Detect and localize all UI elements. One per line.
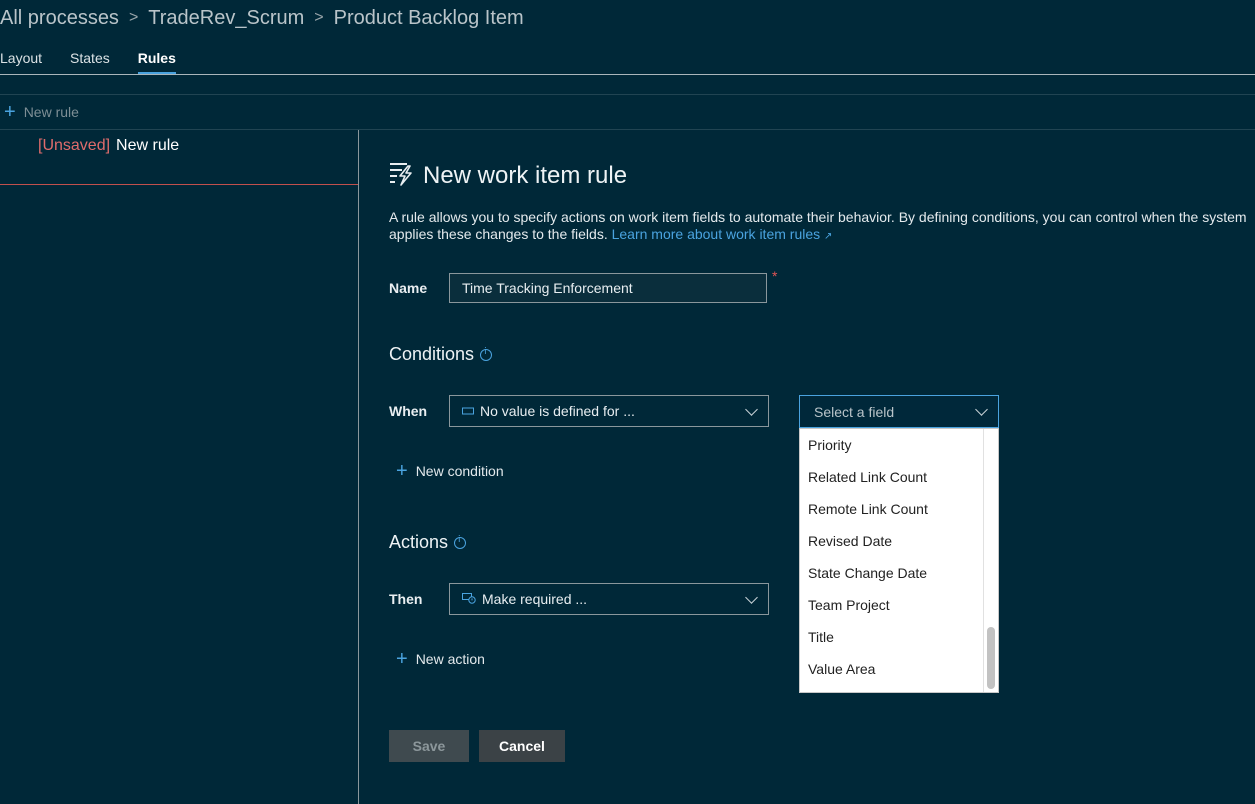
list-item[interactable]: Team Project [800, 589, 998, 621]
plus-icon: + [396, 460, 408, 482]
rule-description: A rule allows you to specify actions on … [389, 209, 1249, 245]
field-options-list: Priority Related Link Count Remote Link … [799, 428, 999, 693]
breadcrumb-work-item-type: Product Backlog Item [333, 6, 524, 29]
selected-indicator [0, 184, 358, 185]
list-item[interactable]: Remote Link Count [800, 493, 998, 525]
make-required-icon [462, 591, 476, 607]
new-rule-label: New rule [23, 104, 79, 120]
tab-rules[interactable]: Rules [137, 48, 177, 74]
list-item[interactable]: Priority [800, 429, 998, 461]
tab-layout[interactable]: Layout [0, 48, 42, 74]
page-title: New work item rule [423, 161, 628, 189]
divider [0, 94, 1255, 95]
breadcrumb-all-processes[interactable]: All processes [0, 7, 119, 30]
external-link-icon: ↗ [824, 231, 833, 242]
learn-more-link[interactable]: Learn more about work item rules ↗ [612, 226, 833, 242]
chevron-down-icon [745, 590, 758, 604]
chevron-right-icon: > [128, 9, 139, 26]
new-action-label: New action [415, 651, 485, 667]
list-item[interactable]: Revised Date [800, 525, 998, 557]
plus-icon: + [396, 648, 408, 670]
action-value: Make required ... [482, 591, 588, 607]
conditions-header: Conditions [389, 344, 493, 365]
required-marker: * [772, 268, 778, 284]
breadcrumb: All processes > TradeRev_Scrum > Product… [0, 4, 524, 32]
info-icon[interactable] [454, 535, 467, 549]
list-item[interactable]: Related Link Count [800, 461, 998, 493]
new-action-button[interactable]: + New action [396, 648, 485, 670]
list-item[interactable]: Value Area [800, 653, 998, 685]
rule-name-field[interactable]: Time Tracking Enforcement [449, 273, 767, 303]
field-select[interactable]: Select a field [799, 395, 999, 428]
panel-divider [358, 130, 359, 804]
save-button[interactable]: Save [389, 730, 469, 762]
cancel-button[interactable]: Cancel [479, 730, 565, 762]
name-label: Name [389, 280, 428, 296]
chevron-right-icon: > [314, 9, 324, 26]
tab-bar: Layout States Rules [0, 48, 204, 74]
new-rule-button[interactable]: + New rule [4, 102, 79, 122]
chevron-down-icon [745, 402, 758, 416]
info-icon[interactable] [480, 347, 493, 361]
actions-title: Actions [389, 532, 449, 552]
unsaved-badge: [Unsaved] [38, 137, 111, 154]
list-item[interactable]: State Change Date [800, 557, 998, 589]
condition-value: No value is defined for ... [480, 403, 635, 419]
new-condition-button[interactable]: + New condition [396, 460, 504, 482]
actions-header: Actions [389, 532, 467, 553]
divider [0, 74, 1255, 75]
when-label: When [389, 403, 428, 419]
rule-list-item[interactable]: [Unsaved] New rule [38, 137, 179, 155]
conditions-title: Conditions [389, 344, 475, 364]
editor-header: New work item rule [389, 160, 627, 191]
rule-name: New rule [116, 137, 180, 154]
divider [0, 129, 1255, 130]
field-empty-icon [462, 403, 474, 419]
new-condition-label: New condition [415, 463, 504, 479]
then-label: Then [389, 591, 423, 607]
plus-icon: + [4, 101, 16, 123]
field-select-placeholder: Select a field [814, 403, 895, 420]
action-dropdown[interactable]: Make required ... [449, 583, 769, 615]
condition-dropdown[interactable]: No value is defined for ... [449, 395, 769, 427]
tab-states[interactable]: States [70, 48, 110, 74]
breadcrumb-process[interactable]: TradeRev_Scrum [148, 7, 304, 30]
list-item[interactable]: Title [800, 621, 998, 653]
chevron-down-icon [975, 403, 988, 416]
rule-icon [389, 160, 413, 191]
learn-more-label: Learn more about work item rules [611, 226, 821, 242]
scrollbar-thumb[interactable] [987, 627, 995, 689]
